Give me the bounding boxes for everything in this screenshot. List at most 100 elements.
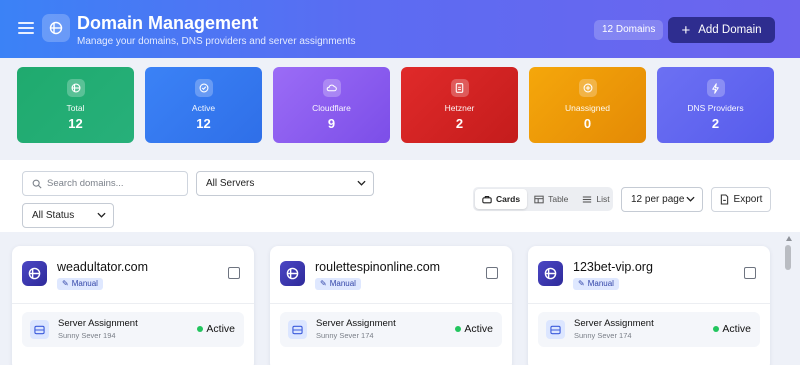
server-icon (30, 320, 49, 339)
status-dot-icon (197, 326, 204, 332)
stat-card-active[interactable]: Active 12 (145, 67, 262, 143)
menu-icon[interactable] (18, 22, 34, 34)
server-assignment: Server Assignment Sunny Sever 174 Active (280, 312, 502, 347)
stat-card-hetzner[interactable]: Hetzner 2 (401, 67, 518, 143)
select-checkbox[interactable] (228, 267, 240, 279)
view-table-label: Table (548, 194, 569, 204)
status-filter-select[interactable]: All Status (22, 203, 114, 228)
page-title: Domain Management (77, 13, 259, 33)
view-toggle: Cards Table List (473, 187, 613, 211)
divider (528, 303, 770, 304)
table-icon (534, 195, 544, 203)
status-label: Active (722, 323, 751, 335)
divider (12, 303, 254, 304)
status-dot-icon (455, 326, 462, 332)
page-subtitle: Manage your domains, DNS providers and s… (77, 36, 356, 47)
view-table-button[interactable]: Table (527, 189, 575, 209)
select-checkbox[interactable] (744, 267, 756, 279)
domain-card[interactable]: 123bet-vip.org ✎ Manual Server Assignment… (528, 246, 770, 365)
chevron-down-icon (357, 180, 366, 186)
domain-icon (66, 79, 85, 97)
filter-toolbar: All Servers All Status Cards Table List … (0, 160, 800, 232)
domain-icon (280, 261, 305, 286)
badge-label: Manual (587, 279, 614, 288)
chevron-down-icon (686, 196, 695, 202)
stat-value: 0 (583, 116, 592, 131)
stat-value: 9 (327, 116, 336, 131)
scroll-up-arrow-icon[interactable] (786, 236, 792, 241)
domain-icon (538, 261, 563, 286)
divider (270, 303, 512, 304)
status-dot-icon (713, 326, 720, 332)
status-label: Active (206, 323, 235, 335)
per-page-select[interactable]: 12 per page (621, 187, 703, 212)
view-list-button[interactable]: List (575, 189, 616, 209)
pencil-icon: ✎ (62, 279, 69, 288)
stat-label: Unassigned (565, 103, 610, 113)
server-assignment: Server Assignment Sunny Sever 194 Active (22, 312, 244, 347)
list-icon (583, 195, 592, 203)
status-badge: Active (713, 323, 751, 335)
server-filter-value: All Servers (206, 178, 255, 189)
domain-icon (22, 261, 47, 286)
status-label: Active (464, 323, 493, 335)
search-icon (32, 179, 42, 189)
badge-label: Manual (329, 279, 356, 288)
plus-circle-icon (578, 79, 597, 97)
search-box[interactable] (22, 171, 188, 196)
export-icon (720, 194, 728, 205)
cloud-icon (322, 79, 341, 97)
stat-value: 12 (68, 116, 83, 131)
pencil-icon: ✎ (320, 279, 327, 288)
domain-name: 123bet-vip.org (573, 260, 653, 274)
export-button[interactable]: Export (711, 187, 771, 212)
server-assignment-title: Server Assignment (58, 318, 138, 329)
chevron-down-icon (97, 212, 106, 218)
document-icon (450, 79, 469, 97)
per-page-value: 12 per page (631, 194, 685, 205)
server-name: Sunny Sever 174 (316, 331, 374, 340)
domain-name: weadultator.com (57, 260, 149, 274)
stat-card-total[interactable]: Total 12 (17, 67, 134, 143)
manual-badge: ✎ Manual (57, 278, 103, 290)
stat-card-dns-providers[interactable]: DNS Providers 2 (657, 67, 774, 143)
view-list-label: List (596, 194, 610, 204)
page-scrollbar[interactable] (784, 236, 794, 365)
server-icon (288, 320, 307, 339)
pencil-icon: ✎ (578, 279, 585, 288)
server-icon (546, 320, 565, 339)
server-assignment-title: Server Assignment (574, 318, 654, 329)
domain-count-badge: 12 Domains (594, 20, 664, 40)
bolt-icon (706, 79, 725, 97)
manual-badge: ✎ Manual (315, 278, 361, 290)
badge-label: Manual (71, 279, 98, 288)
scrollbar-thumb[interactable] (785, 245, 791, 270)
domain-card[interactable]: roulettespinonline.com ✎ Manual Server As… (270, 246, 512, 365)
stat-value: 2 (711, 116, 720, 131)
stat-card-cloudflare[interactable]: Cloudflare 9 (273, 67, 390, 143)
domain-card[interactable]: weadultator.com ✎ Manual Server Assignmen… (12, 246, 254, 365)
cards-icon (482, 195, 492, 203)
status-filter-value: All Status (32, 210, 75, 221)
search-input[interactable] (47, 175, 183, 192)
page-header: Domain Management Manage your domains, D… (0, 0, 800, 58)
view-cards-button[interactable]: Cards (475, 189, 528, 209)
server-filter-select[interactable]: All Servers (196, 171, 374, 196)
stat-label: Active (191, 103, 216, 113)
server-assignment-title: Server Assignment (316, 318, 396, 329)
stat-value: 2 (455, 116, 464, 131)
export-label: Export (733, 194, 763, 205)
stat-label: DNS Providers (687, 103, 744, 113)
stat-value: 12 (196, 116, 211, 131)
select-checkbox[interactable] (486, 267, 498, 279)
stat-label: Total (66, 103, 85, 113)
domain-name: roulettespinonline.com (315, 260, 441, 274)
add-domain-button[interactable]: + Add Domain (668, 17, 775, 43)
server-name: Sunny Sever 194 (58, 331, 116, 340)
app-logo (42, 14, 70, 42)
status-badge: Active (455, 323, 493, 335)
view-cards-label: Cards (496, 194, 521, 204)
server-assignment: Server Assignment Sunny Sever 174 Active (538, 312, 760, 347)
stat-card-unassigned[interactable]: Unassigned 0 (529, 67, 646, 143)
stat-label: Cloudflare (312, 103, 351, 113)
